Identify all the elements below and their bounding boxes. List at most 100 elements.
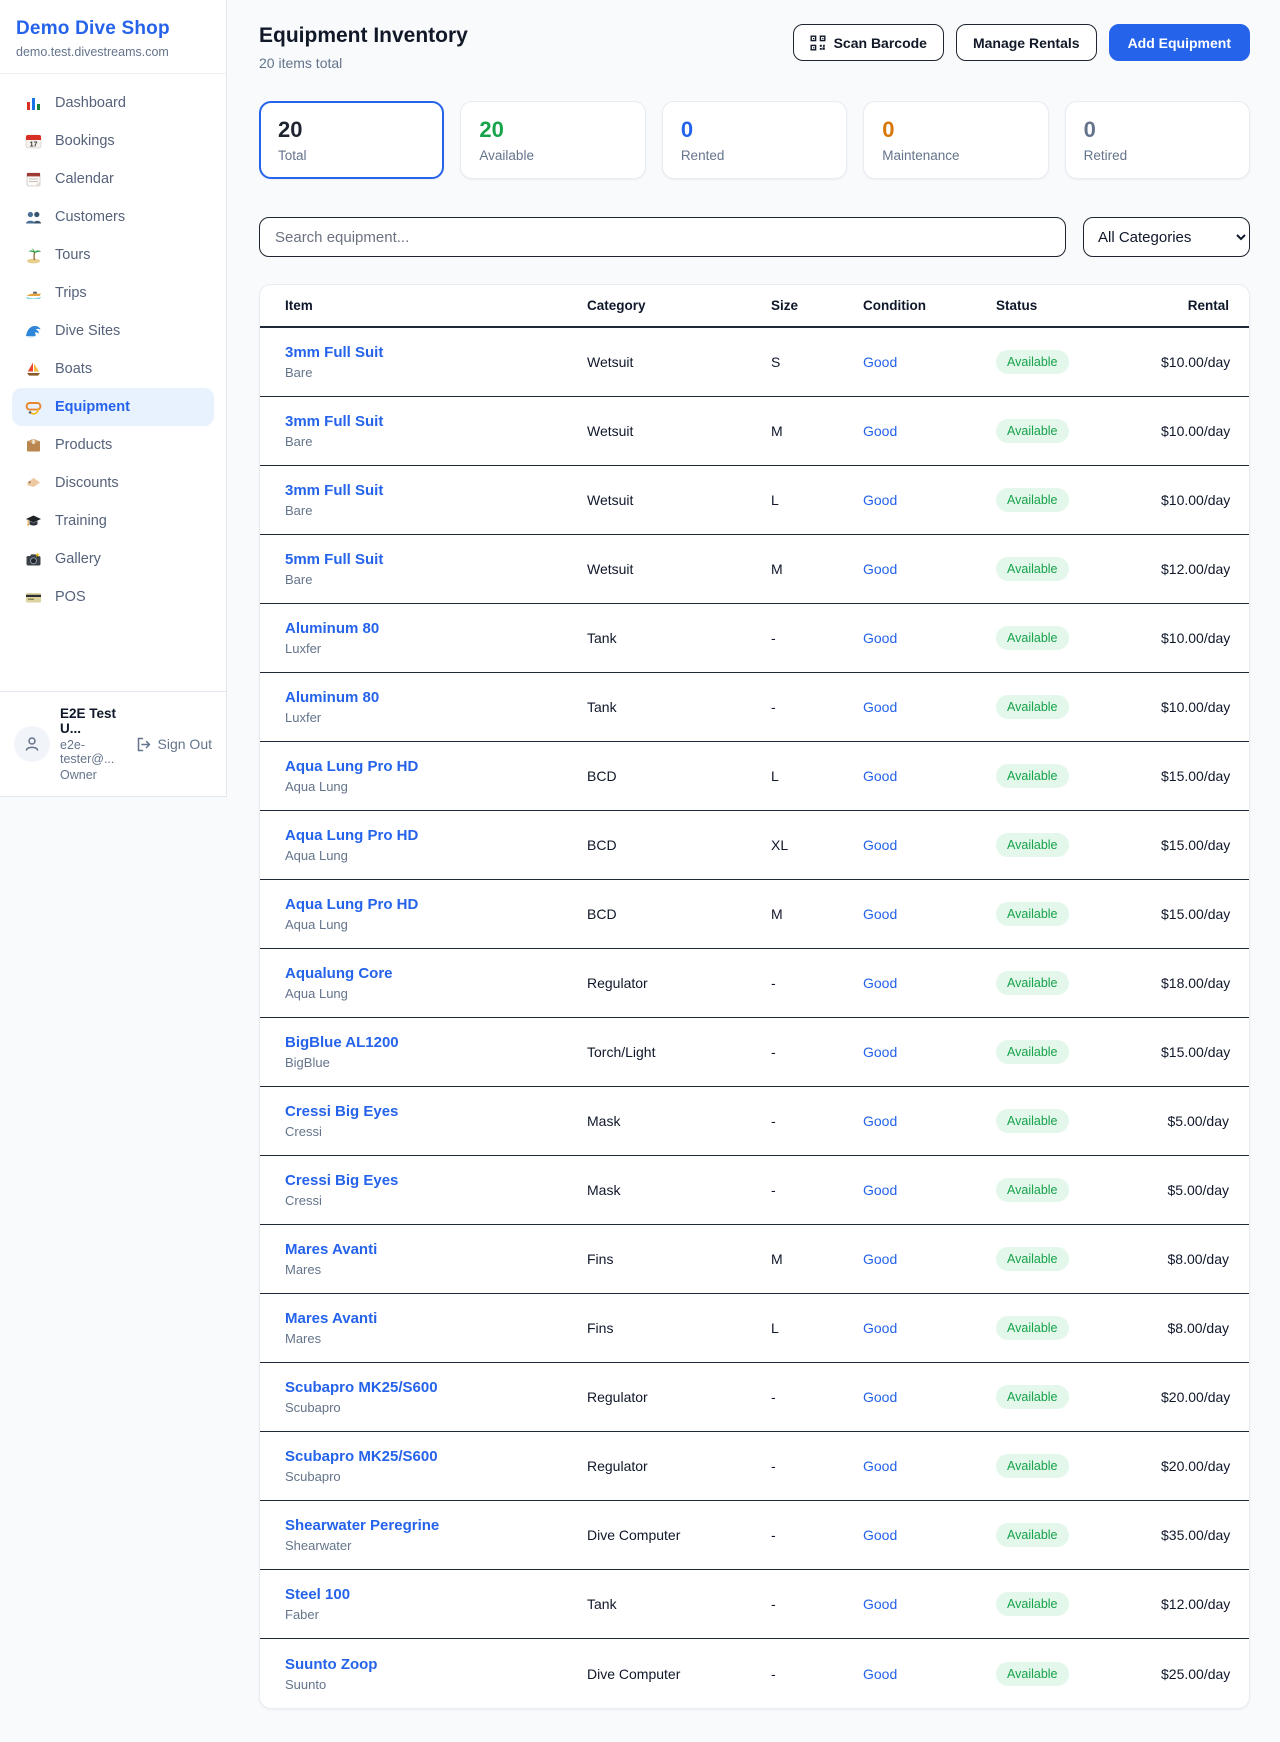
item-condition-link[interactable]: Good bbox=[863, 492, 897, 508]
item-brand: Aqua Lung bbox=[285, 779, 587, 794]
item-brand: Cressi bbox=[285, 1193, 587, 1208]
item-name-link[interactable]: Mares Avanti bbox=[285, 1310, 377, 1327]
item-category: Torch/Light bbox=[587, 1044, 771, 1060]
sidebar-item-training[interactable]: Training bbox=[12, 502, 214, 540]
stat-card-rented[interactable]: 0 Rented bbox=[662, 101, 847, 179]
sidebar-item-dashboard[interactable]: Dashboard bbox=[12, 84, 214, 122]
sidebar-item-trips[interactable]: Trips bbox=[12, 274, 214, 312]
item-condition-link[interactable]: Good bbox=[863, 768, 897, 784]
status-badge: Available bbox=[996, 350, 1069, 374]
item-size: - bbox=[771, 1182, 863, 1198]
stat-card-available[interactable]: 20 Available bbox=[460, 101, 645, 179]
item-brand: Bare bbox=[285, 434, 587, 449]
sidebar-item-pos[interactable]: POS bbox=[12, 578, 214, 616]
item-name-link[interactable]: Aqua Lung Pro HD bbox=[285, 896, 418, 913]
item-name-link[interactable]: Suunto Zoop bbox=[285, 1656, 377, 1673]
sidebar-item-tours[interactable]: Tours bbox=[12, 236, 214, 274]
stat-label: Available bbox=[479, 148, 626, 163]
item-name-link[interactable]: 5mm Full Suit bbox=[285, 551, 383, 568]
sign-out-button[interactable]: Sign Out bbox=[135, 736, 212, 753]
sidebar-item-dive-sites[interactable]: Dive Sites bbox=[12, 312, 214, 350]
item-name-link[interactable]: Aqua Lung Pro HD bbox=[285, 827, 418, 844]
manage-rentals-button[interactable]: Manage Rentals bbox=[956, 24, 1097, 61]
stat-label: Maintenance bbox=[882, 148, 1029, 163]
item-condition-link[interactable]: Good bbox=[863, 906, 897, 922]
item-name-link[interactable]: 3mm Full Suit bbox=[285, 413, 383, 430]
item-rental: $5.00/day bbox=[1161, 1113, 1249, 1129]
status-badge: Available bbox=[996, 764, 1069, 788]
user-section: E2E Test U... e2e-tester@... Owner Sign … bbox=[0, 691, 226, 796]
bar-chart-icon bbox=[24, 94, 42, 112]
item-name-link[interactable]: Cressi Big Eyes bbox=[285, 1172, 398, 1189]
item-condition-link[interactable]: Good bbox=[863, 354, 897, 370]
stat-card-maintenance[interactable]: 0 Maintenance bbox=[863, 101, 1048, 179]
table-row: Cressi Big Eyes Cressi Mask - Good Avail… bbox=[260, 1087, 1249, 1156]
status-badge: Available bbox=[996, 1454, 1069, 1478]
search-input[interactable] bbox=[259, 217, 1066, 257]
item-brand: Bare bbox=[285, 365, 587, 380]
sidebar-item-gallery[interactable]: Gallery bbox=[12, 540, 214, 578]
item-name-link[interactable]: Shearwater Peregrine bbox=[285, 1517, 439, 1534]
item-name-link[interactable]: Aqua Lung Pro HD bbox=[285, 758, 418, 775]
sidebar-item-boats[interactable]: Boats bbox=[12, 350, 214, 388]
status-badge: Available bbox=[996, 1592, 1069, 1616]
graduation-cap-icon bbox=[24, 512, 42, 530]
item-condition-link[interactable]: Good bbox=[863, 630, 897, 646]
item-name-link[interactable]: BigBlue AL1200 bbox=[285, 1034, 399, 1051]
stat-value: 20 bbox=[278, 117, 425, 143]
item-name-link[interactable]: Scubapro MK25/S600 bbox=[285, 1379, 438, 1396]
item-condition-link[interactable]: Good bbox=[863, 837, 897, 853]
item-condition-link[interactable]: Good bbox=[863, 1113, 897, 1129]
item-condition-link[interactable]: Good bbox=[863, 1251, 897, 1267]
item-condition-link[interactable]: Good bbox=[863, 561, 897, 577]
brand-link[interactable]: Demo Dive Shop bbox=[16, 18, 210, 40]
item-brand: Mares bbox=[285, 1331, 587, 1346]
item-name-link[interactable]: Aqualung Core bbox=[285, 965, 393, 982]
item-condition-link[interactable]: Good bbox=[863, 1044, 897, 1060]
table-row: Aqua Lung Pro HD Aqua Lung BCD XL Good A… bbox=[260, 811, 1249, 880]
item-condition-link[interactable]: Good bbox=[863, 1320, 897, 1336]
stat-card-total[interactable]: 20 Total bbox=[259, 101, 444, 179]
speedboat-icon bbox=[24, 284, 42, 302]
sidebar-item-customers[interactable]: Customers bbox=[12, 198, 214, 236]
item-condition-link[interactable]: Good bbox=[863, 1182, 897, 1198]
item-category: Wetsuit bbox=[587, 492, 771, 508]
item-brand: Luxfer bbox=[285, 641, 587, 656]
item-rental: $12.00/day bbox=[1161, 1596, 1250, 1612]
item-condition-link[interactable]: Good bbox=[863, 1666, 897, 1682]
sidebar-item-products[interactable]: Products bbox=[12, 426, 214, 464]
sidebar-item-discounts[interactable]: Discounts bbox=[12, 464, 214, 502]
sidebar-item-label: Tours bbox=[55, 247, 90, 263]
item-name-link[interactable]: Cressi Big Eyes bbox=[285, 1103, 398, 1120]
scan-barcode-button[interactable]: Scan Barcode bbox=[793, 24, 944, 61]
stats-row: 20 Total 20 Available 0 Rented 0 Mainten… bbox=[259, 101, 1250, 179]
status-badge: Available bbox=[996, 419, 1069, 443]
item-condition-link[interactable]: Good bbox=[863, 1458, 897, 1474]
stat-card-retired[interactable]: 0 Retired bbox=[1065, 101, 1250, 179]
item-category: Tank bbox=[587, 1596, 771, 1612]
user-name: E2E Test U... bbox=[60, 706, 125, 736]
sidebar-item-calendar[interactable]: Calendar bbox=[12, 160, 214, 198]
item-name-link[interactable]: Aluminum 80 bbox=[285, 689, 379, 706]
category-select[interactable]: All Categories bbox=[1083, 217, 1250, 257]
item-name-link[interactable]: Steel 100 bbox=[285, 1586, 350, 1603]
item-name-link[interactable]: Aluminum 80 bbox=[285, 620, 379, 637]
add-equipment-button[interactable]: Add Equipment bbox=[1109, 24, 1250, 61]
item-condition-link[interactable]: Good bbox=[863, 699, 897, 715]
item-condition-link[interactable]: Good bbox=[863, 975, 897, 991]
table-row: 3mm Full Suit Bare Wetsuit S Good Availa… bbox=[260, 328, 1249, 397]
item-name-link[interactable]: 3mm Full Suit bbox=[285, 482, 383, 499]
item-condition-link[interactable]: Good bbox=[863, 1389, 897, 1405]
item-name-link[interactable]: Mares Avanti bbox=[285, 1241, 377, 1258]
add-equipment-label: Add Equipment bbox=[1128, 35, 1231, 51]
item-category: Fins bbox=[587, 1320, 771, 1336]
sidebar-item-equipment[interactable]: Equipment bbox=[12, 388, 214, 426]
item-name-link[interactable]: Scubapro MK25/S600 bbox=[285, 1448, 438, 1465]
sidebar-item-label: Dive Sites bbox=[55, 323, 120, 339]
item-condition-link[interactable]: Good bbox=[863, 423, 897, 439]
item-condition-link[interactable]: Good bbox=[863, 1527, 897, 1543]
table-row: Suunto Zoop Suunto Dive Computer - Good … bbox=[260, 1639, 1249, 1708]
sidebar-item-bookings[interactable]: 17 Bookings bbox=[12, 122, 214, 160]
item-name-link[interactable]: 3mm Full Suit bbox=[285, 344, 383, 361]
item-condition-link[interactable]: Good bbox=[863, 1596, 897, 1612]
